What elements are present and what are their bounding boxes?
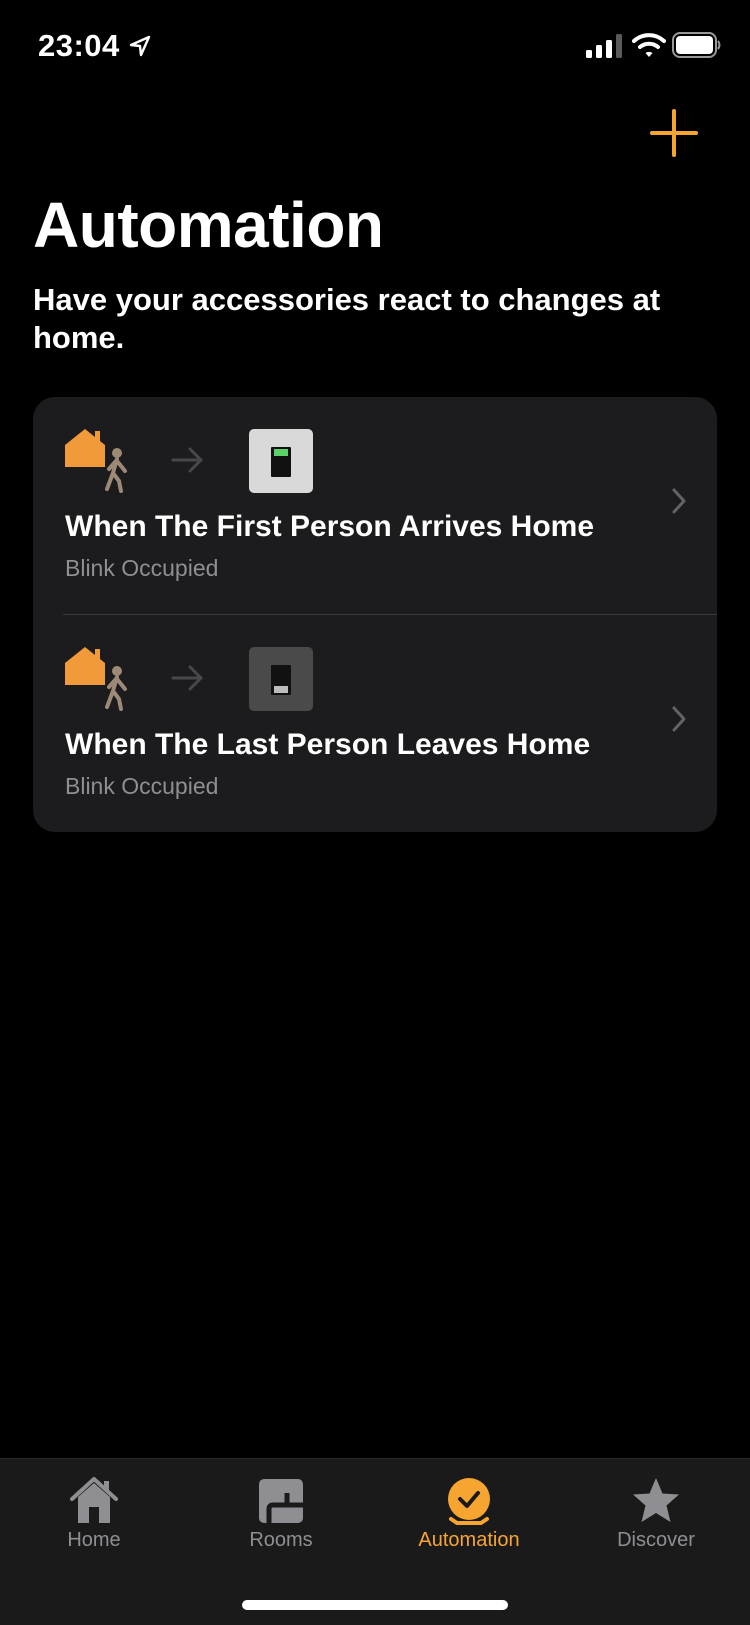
arrow-right-icon [171,447,203,473]
tab-label: Rooms [249,1529,313,1551]
tab-home[interactable]: Home [0,1459,188,1569]
arrow-right-icon [171,665,203,691]
location-arrow-icon [129,35,151,57]
add-automation-button[interactable] [648,107,700,159]
tab-discover[interactable]: Discover [562,1459,750,1569]
automation-row[interactable]: When The First Person Arrives Home Blink… [33,397,717,615]
tab-label: Discover [617,1529,695,1551]
automation-title: When The First Person Arrives Home [65,510,595,543]
chevron-right-icon [672,488,686,514]
automation-subtitle: Blink Occupied [65,555,219,581]
tab-rooms[interactable]: Rooms [187,1459,375,1569]
tab-label: Automation [418,1529,520,1551]
tab-label: Home [67,1529,121,1551]
automation-subtitle: Blink Occupied [65,773,219,799]
status-time: 23:04 [38,28,120,63]
home-person-arrive-icon [65,429,127,493]
battery-icon [672,32,721,58]
wifi-icon [632,33,666,57]
automations-list: When The First Person Arrives Home Blink… [33,397,717,832]
tab-automation[interactable]: Automation [375,1459,563,1569]
status-bar: 23:04 [0,0,750,90]
chevron-right-icon [672,706,686,732]
switch-off-icon [249,647,313,711]
house-icon [70,1477,118,1523]
automation-row[interactable]: When The Last Person Leaves Home Blink O… [33,615,717,832]
cellular-signal-icon [586,34,622,58]
home-indicator[interactable] [242,1600,508,1610]
home-person-leave-icon [65,647,127,711]
page-title: Automation [33,189,384,261]
rooms-icon [259,1479,303,1523]
automation-title: When The Last Person Leaves Home [65,728,591,761]
clock-check-icon [448,1478,490,1525]
star-icon [633,1478,679,1522]
page-subtitle: Have your accessories react to changes a… [33,282,661,355]
switch-on-icon [249,429,313,493]
